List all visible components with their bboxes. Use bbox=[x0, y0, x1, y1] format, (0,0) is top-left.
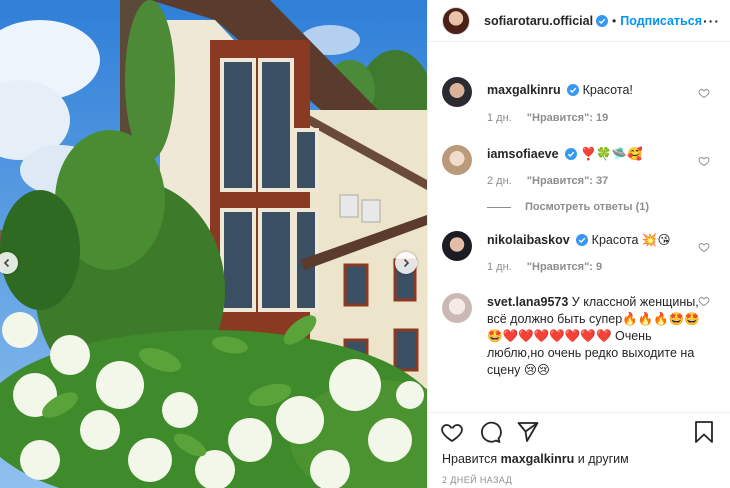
comment-body: nikolaibaskov Красота 💥😘 1 дн. "Нравится… bbox=[487, 231, 702, 273]
comment-body: svet.lana9573 У классной женщины, всё до… bbox=[487, 293, 702, 379]
comment-time[interactable]: 1 дн. bbox=[487, 112, 512, 124]
verified-badge-icon bbox=[567, 84, 580, 96]
author-avatar[interactable] bbox=[442, 6, 470, 35]
photo-next-button[interactable] bbox=[395, 252, 417, 274]
follow-button[interactable]: Подписаться bbox=[620, 14, 702, 28]
post-photo[interactable] bbox=[0, 0, 427, 488]
comment-content: ❣️🍀🛸🥰 bbox=[580, 147, 643, 161]
comment-time[interactable]: 2 дн. bbox=[487, 175, 512, 187]
comments-list: maxgalkinru Красота! 1 дн. "Нравится": 1… bbox=[428, 42, 730, 412]
comment-text: iamsofiaeve ❣️🍀🛸🥰 bbox=[487, 146, 702, 163]
liked-by-user[interactable]: maxgalkinru bbox=[501, 452, 575, 466]
comment-likes[interactable]: "Нравится": 37 bbox=[527, 175, 608, 187]
commenter-avatar[interactable] bbox=[442, 77, 472, 107]
comment-username[interactable]: iamsofiaeve bbox=[487, 147, 559, 161]
commenter-avatar[interactable] bbox=[442, 145, 472, 175]
heart-outline-icon[interactable] bbox=[698, 295, 710, 307]
comment-likes[interactable]: "Нравится": 19 bbox=[527, 112, 608, 124]
commenter-avatar[interactable] bbox=[442, 293, 472, 323]
comment-username[interactable]: svet.lana9573 bbox=[487, 295, 568, 309]
heart-outline-icon[interactable] bbox=[698, 87, 710, 99]
separator-dot: • bbox=[612, 13, 617, 28]
chevron-left-icon bbox=[3, 258, 10, 268]
chevron-right-icon bbox=[403, 258, 410, 268]
heart-outline-icon[interactable] bbox=[698, 241, 710, 253]
post-actions-bar bbox=[428, 412, 730, 450]
verified-badge-icon bbox=[565, 148, 578, 160]
author-username[interactable]: sofiarotaru.official bbox=[484, 14, 593, 28]
comment-content: Красота! bbox=[582, 83, 633, 97]
post-side-panel: sofiarotaru.official • Подписаться ··· m… bbox=[427, 0, 730, 488]
comment-text: maxgalkinru Красота! bbox=[487, 82, 702, 99]
more-options-button[interactable]: ··· bbox=[703, 13, 720, 29]
comment-meta: 1 дн. "Нравится": 9 bbox=[487, 261, 702, 273]
view-replies-button[interactable]: Посмотреть ответы (1) bbox=[487, 201, 730, 213]
heart-icon[interactable] bbox=[440, 420, 464, 444]
comment-body: maxgalkinru Красота! 1 дн. "Нравится": 1… bbox=[487, 77, 702, 124]
instagram-post: sofiarotaru.official • Подписаться ··· m… bbox=[0, 0, 730, 488]
verified-badge-icon bbox=[576, 234, 589, 246]
comment-item: nikolaibaskov Красота 💥😘 1 дн. "Нравится… bbox=[428, 231, 730, 273]
liked-by-prefix: Нравится bbox=[442, 452, 498, 466]
replies-divider bbox=[487, 206, 511, 208]
post-header: sofiarotaru.official • Подписаться ··· bbox=[428, 0, 730, 42]
comment-time[interactable]: 1 дн. bbox=[487, 261, 512, 273]
comment-item: svet.lana9573 У классной женщины, всё до… bbox=[428, 293, 730, 379]
paper-plane-icon[interactable] bbox=[516, 420, 540, 444]
comment-content: Красота 💥😘 bbox=[591, 233, 671, 247]
liked-by-suffix[interactable]: и другим bbox=[578, 452, 629, 466]
post-date[interactable]: 2 дней назад bbox=[428, 468, 730, 488]
comment-bubble-icon[interactable] bbox=[478, 420, 502, 444]
commenter-avatar[interactable] bbox=[442, 231, 472, 261]
comment-item: maxgalkinru Красота! 1 дн. "Нравится": 1… bbox=[428, 77, 730, 124]
house-garden-image bbox=[0, 0, 427, 488]
comment-text: nikolaibaskov Красота 💥😘 bbox=[487, 232, 702, 249]
comment-meta: 1 дн. "Нравится": 19 bbox=[487, 112, 702, 124]
comment-text: svet.lana9573 У классной женщины, всё до… bbox=[487, 294, 702, 379]
liked-by-line: Нравится maxgalkinru и другим bbox=[428, 450, 730, 468]
view-replies-label: Посмотреть ответы (1) bbox=[525, 201, 650, 213]
verified-badge-icon bbox=[596, 14, 609, 27]
comment-item: iamsofiaeve ❣️🍀🛸🥰 2 дн. "Нравится": 37 bbox=[428, 145, 730, 187]
comment-body: iamsofiaeve ❣️🍀🛸🥰 2 дн. "Нравится": 37 bbox=[487, 145, 702, 187]
heart-outline-icon[interactable] bbox=[698, 155, 710, 167]
comment-likes[interactable]: "Нравится": 9 bbox=[527, 261, 602, 273]
comment-username[interactable]: maxgalkinru bbox=[487, 83, 561, 97]
bookmark-icon[interactable] bbox=[692, 420, 716, 444]
comment-meta: 2 дн. "Нравится": 37 bbox=[487, 175, 702, 187]
comment-username[interactable]: nikolaibaskov bbox=[487, 233, 570, 247]
